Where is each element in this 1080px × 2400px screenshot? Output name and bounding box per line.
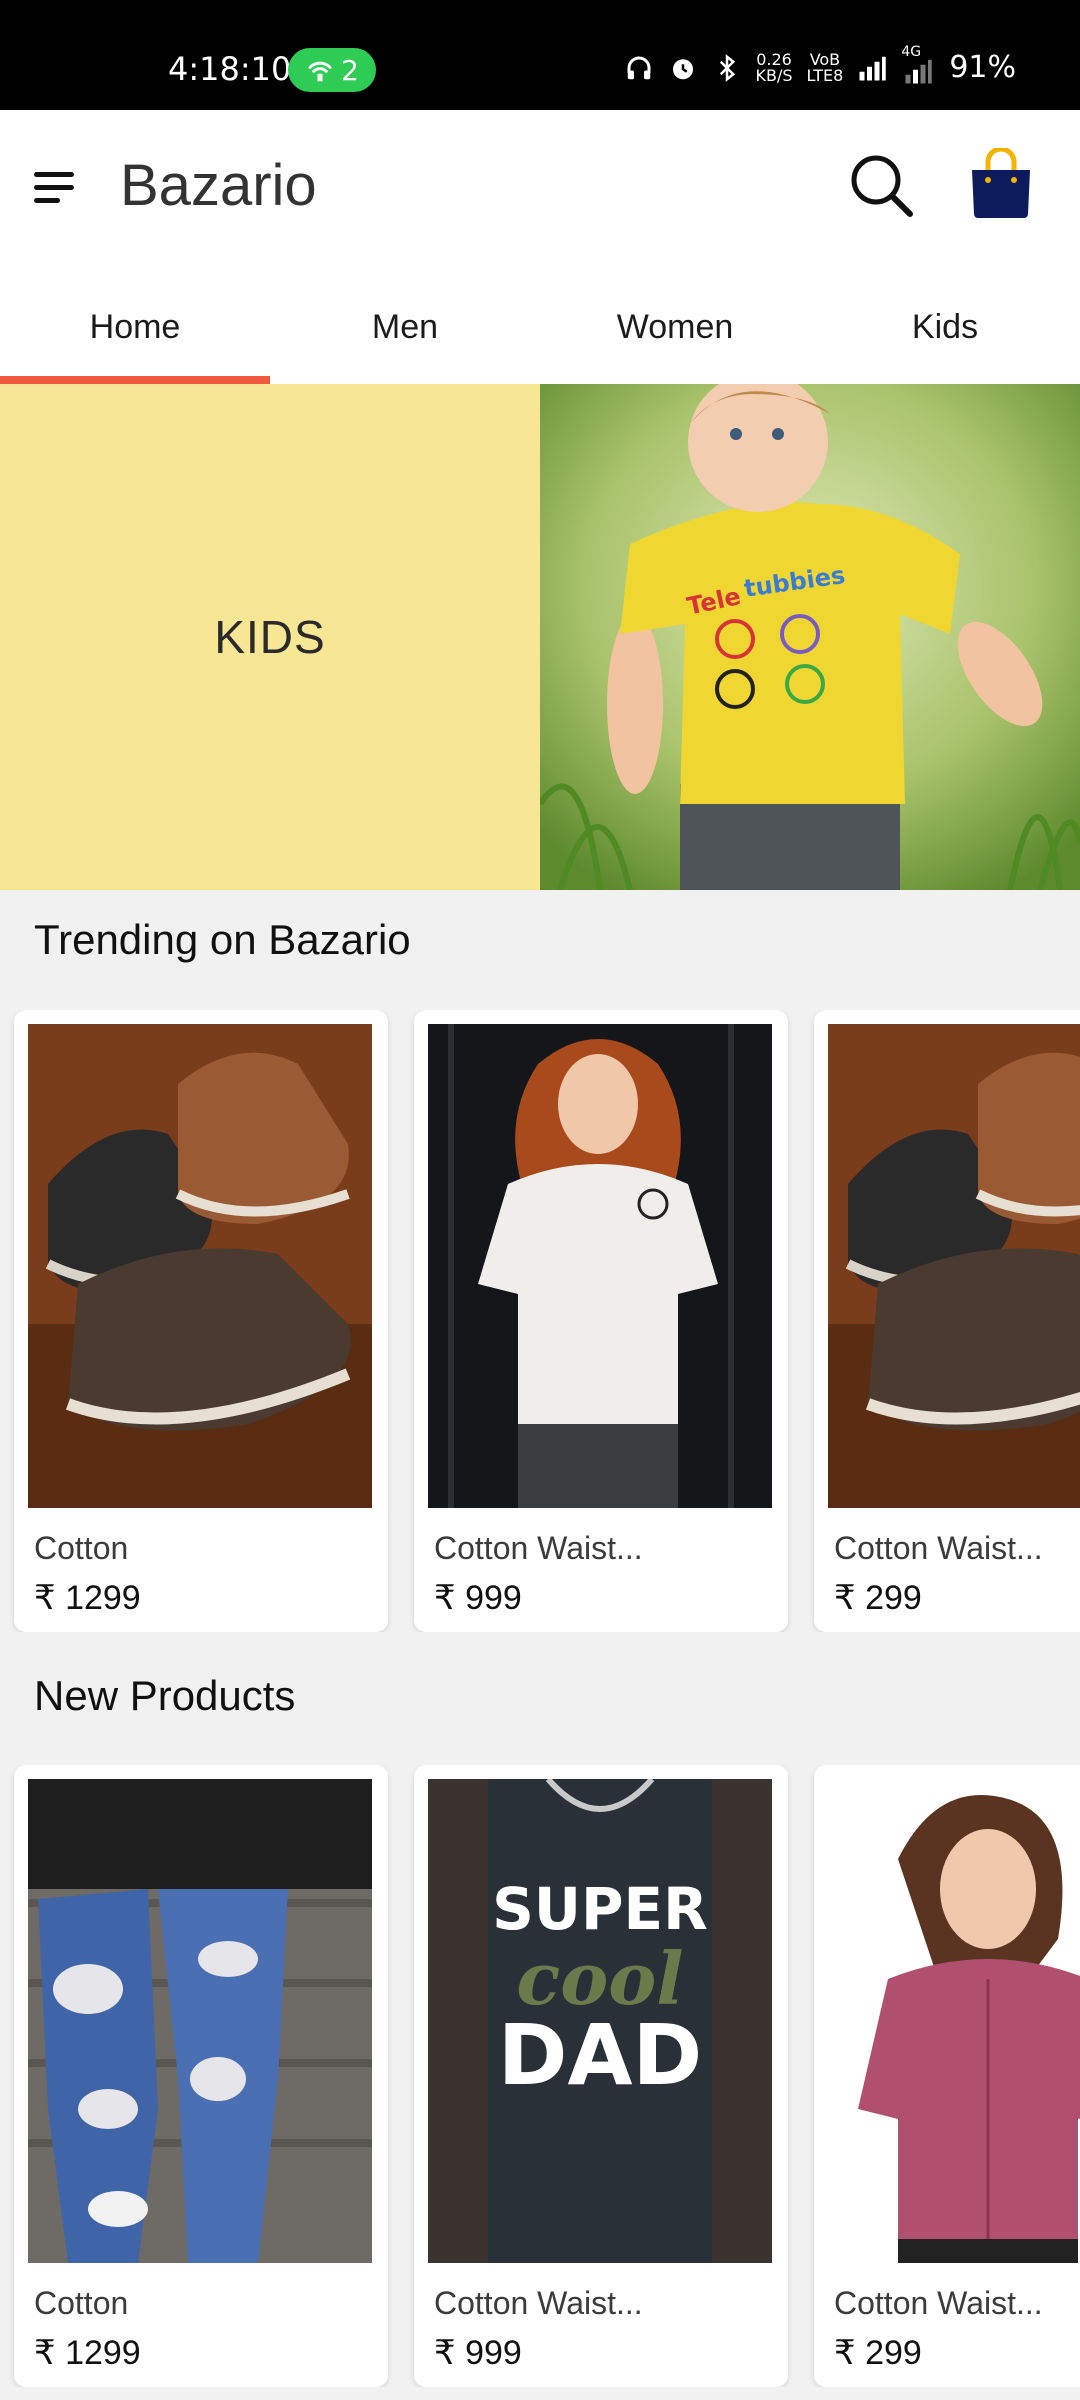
- tab-men[interactable]: Men: [270, 270, 540, 384]
- kids-banner[interactable]: KIDS Tele tubbies: [0, 384, 1080, 890]
- hotspot-count: 2: [341, 53, 359, 87]
- new-products-section-title: New Products: [34, 1672, 296, 1719]
- hotspot-icon: [308, 61, 332, 82]
- product-card[interactable]: Cotton Waist... ₹ 999: [414, 1010, 788, 1632]
- app-title: Bazario: [120, 153, 317, 218]
- product-image: [428, 1024, 772, 1508]
- new-products-row: Cotton ₹ 1299 SUPER cool DAD Cotton Wais…: [0, 1765, 1080, 2387]
- product-card[interactable]: Cotton ₹ 1299: [14, 1765, 388, 2387]
- app-bar: Bazario: [0, 110, 1080, 270]
- product-name: Cotton Waist...: [434, 2285, 643, 2321]
- product-name: Cotton Waist...: [434, 1530, 643, 1566]
- bluetooth-icon: [719, 53, 735, 82]
- product-card[interactable]: Cotton ₹ 1299: [14, 1010, 388, 1632]
- product-name: Cotton: [34, 1530, 129, 1566]
- signal-icon: [859, 56, 887, 80]
- product-image: SUPER cool DAD: [428, 1779, 772, 2263]
- product-price: ₹ 1299: [34, 1579, 141, 1617]
- product-card[interactable]: Cotton Waist... ₹ 299: [814, 1010, 1080, 1632]
- product-image: [28, 1024, 372, 1508]
- product-name: Cotton: [34, 2285, 129, 2321]
- tab-home[interactable]: Home: [0, 270, 270, 384]
- status-bar: 4:18:10 2 0.26 KB/S VoB LTE8 4G 91%: [0, 0, 1080, 110]
- product-image: [28, 1779, 372, 2263]
- hotspot-badge: 2: [288, 48, 376, 92]
- product-price: ₹ 299: [834, 1579, 922, 1617]
- shopping-bag-icon[interactable]: [968, 148, 1034, 220]
- status-time: 4:18:10: [168, 50, 292, 88]
- product-price: ₹ 1299: [34, 2334, 141, 2372]
- banner-label: KIDS: [214, 611, 326, 663]
- product-name: Cotton Waist...: [834, 1530, 1043, 1566]
- product-image: [828, 1024, 1080, 1508]
- product-card[interactable]: SUPER cool DAD Cotton Waist... ₹ 999: [414, 1765, 788, 2387]
- tshirt-print-super: SUPER: [492, 1875, 708, 1943]
- product-card[interactable]: Cotton Waist... ₹ 299: [814, 1765, 1080, 2387]
- tshirt-print-dad: DAD: [498, 2006, 702, 2104]
- network-speed: 0.26 KB/S: [755, 49, 793, 85]
- trending-row: Cotton ₹ 1299 Cotton Waist... ₹ 999 Cott…: [0, 1010, 1080, 1632]
- alarm-icon: [672, 58, 693, 79]
- product-name: Cotton Waist...: [834, 2285, 1043, 2321]
- category-tabs: Home Men Women Kids: [0, 270, 1080, 384]
- banner-image: Tele tubbies: [540, 384, 1080, 890]
- battery-level: 91%: [949, 50, 1016, 85]
- product-price: ₹ 999: [434, 2334, 522, 2372]
- headphones-icon: [627, 56, 651, 79]
- product-image: [828, 1779, 1080, 2263]
- trending-section-title: Trending on Bazario: [34, 916, 411, 963]
- product-price: ₹ 999: [434, 1579, 522, 1617]
- volte-indicator: VoB LTE8: [806, 49, 844, 85]
- signal-4g-icon: 4G: [901, 44, 935, 84]
- tab-women[interactable]: Women: [540, 270, 810, 384]
- product-price: ₹ 299: [834, 2334, 922, 2372]
- menu-icon[interactable]: [34, 170, 76, 206]
- search-icon[interactable]: [848, 152, 914, 218]
- banner-label-panel: KIDS: [0, 384, 540, 890]
- tab-kids[interactable]: Kids: [810, 270, 1080, 384]
